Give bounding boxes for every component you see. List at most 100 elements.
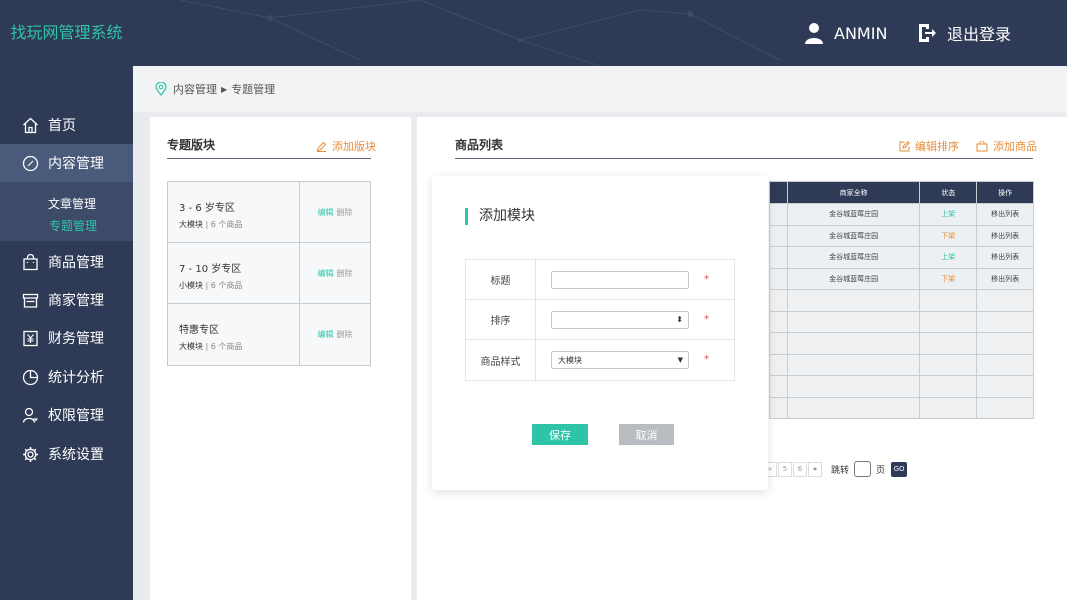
edit-pencil-icon: [316, 141, 327, 152]
table-cell: [769, 310, 788, 333]
sidebar-item-content[interactable]: 内容管理: [0, 144, 133, 182]
sidebar-item-statistics[interactable]: 统计分析: [0, 358, 133, 396]
updown-arrow-icon: ⬍: [676, 315, 683, 324]
page-number-button[interactable]: 6: [793, 461, 807, 477]
remove-from-list-link[interactable]: 移出列表: [976, 246, 1034, 269]
sidebar-item-label: 统计分析: [48, 370, 104, 386]
table-row-empty: [769, 353, 1034, 376]
table-cell: [976, 396, 1034, 419]
table-cell: [919, 375, 978, 398]
remove-from-list-link[interactable]: 移出列表: [976, 203, 1034, 226]
location-pin-icon: [155, 82, 167, 96]
dialog-title: 添加模块: [479, 208, 535, 224]
list-item[interactable]: 7 - 10 岁专区 小模块 | 6 个商品 编辑 删除: [168, 243, 370, 304]
panel-title: 商品列表: [455, 138, 504, 152]
required-mark: *: [704, 314, 709, 325]
page-next-button[interactable]: »: [808, 461, 822, 477]
edit-block-link[interactable]: 编辑: [318, 207, 334, 218]
add-product-button[interactable]: 添加商品: [976, 138, 1037, 154]
merchant-cell: 金谷城蓝莓庄园: [786, 224, 921, 247]
block-meta: 大模块 | 6 个商品: [179, 220, 243, 229]
sidebar-item-finance[interactable]: 财务管理: [0, 319, 133, 357]
field-label: 标题: [466, 260, 536, 299]
gear-icon: [23, 446, 38, 462]
edit-block-link[interactable]: 编辑: [318, 268, 334, 279]
table-cell: [976, 375, 1034, 398]
top-header: 找玩网管理系统 ANMIN 退出登录: [0, 0, 1067, 66]
shopping-bag-icon: [23, 253, 38, 270]
logout-icon: [919, 24, 936, 42]
list-item[interactable]: 特惠专区 大模块 | 6 个商品 编辑 删除: [168, 304, 370, 365]
cancel-button[interactable]: 取消: [619, 424, 674, 445]
table-cell: [769, 396, 788, 419]
save-button[interactable]: 保存: [532, 424, 588, 445]
block-meta: 小模块 | 6 个商品: [179, 281, 243, 290]
block-count: 6 个商品: [210, 342, 243, 351]
edit-sort-button[interactable]: 编辑排序: [899, 138, 959, 154]
add-block-label: 添加版块: [332, 140, 376, 153]
table-cell: [976, 289, 1034, 312]
delete-block-link[interactable]: 删除: [337, 268, 353, 279]
block-name: 特惠专区: [179, 325, 219, 336]
title-accent-bar: [465, 208, 468, 225]
title-input[interactable]: [551, 271, 689, 289]
add-block-button[interactable]: 添加版块: [316, 138, 376, 154]
page-number-button[interactable]: 5: [778, 461, 792, 477]
sidebar-item-settings[interactable]: 系统设置: [0, 435, 133, 473]
table-cell: [786, 332, 921, 355]
table-cell: [919, 396, 978, 419]
delete-block-link[interactable]: 删除: [337, 207, 353, 218]
list-item[interactable]: 3 - 6 岁专区 大模块 | 6 个商品 编辑 删除: [168, 182, 370, 243]
sort-order-select[interactable]: ⬍: [551, 311, 689, 329]
table-row-empty: [769, 332, 1034, 355]
status-cell: 下架: [919, 224, 978, 247]
table-cell: [786, 289, 921, 312]
submenu-item-topics[interactable]: 专题管理: [49, 217, 97, 234]
topic-block-list: 3 - 6 岁专区 大模块 | 6 个商品 编辑 删除 7 - 10 岁专区 小…: [167, 181, 371, 366]
sidebar-item-merchants[interactable]: 商家管理: [0, 281, 133, 319]
merchant-cell: 金谷城蓝莓庄园: [786, 203, 921, 226]
block-info: 特惠专区 大模块 | 6 个商品: [168, 304, 300, 365]
sidebar-item-permissions[interactable]: 权限管理: [0, 396, 133, 434]
breadcrumb-separator-icon: ▶: [221, 84, 228, 94]
block-size: 大模块: [179, 220, 203, 229]
sidebar-item-products[interactable]: 商品管理: [0, 243, 133, 281]
table-cell: [976, 353, 1034, 376]
sidebar-item-home[interactable]: 首页: [0, 106, 133, 144]
table-cell: [976, 332, 1034, 355]
go-button[interactable]: GO: [891, 461, 908, 477]
remove-from-list-link[interactable]: 移出列表: [976, 267, 1034, 290]
delete-block-link[interactable]: 删除: [337, 329, 353, 340]
table-cell: [769, 375, 788, 398]
field-control: ⬍ *: [536, 300, 734, 339]
table-row: 金谷城蓝莓庄园 上架 移出列表: [769, 203, 1034, 226]
yuan-icon: [23, 330, 38, 346]
required-mark: *: [704, 354, 709, 365]
table-cell: [786, 353, 921, 376]
submenu-item-articles[interactable]: 文章管理: [48, 195, 96, 212]
table-cell: [769, 353, 788, 376]
block-actions: 编辑 删除: [300, 243, 370, 303]
add-product-label: 添加商品: [993, 140, 1037, 153]
logout-button[interactable]: 退出登录: [917, 20, 1011, 46]
table-row-empty: [769, 375, 1034, 398]
store-icon: [22, 293, 39, 308]
panel-divider: [455, 158, 1033, 159]
jump-page-input[interactable]: [854, 461, 872, 477]
table-cell: [769, 332, 788, 355]
breadcrumb-level1[interactable]: 内容管理: [173, 81, 217, 97]
edit-block-link[interactable]: 编辑: [318, 329, 334, 340]
breadcrumb-level2: 专题管理: [231, 83, 276, 96]
home-icon: [23, 117, 38, 133]
username: ANMIN: [834, 23, 888, 43]
col-header-action: 操作: [976, 181, 1034, 204]
header-network-decoration: [179, 0, 781, 66]
panel-divider: [167, 158, 371, 159]
remove-from-list-link[interactable]: 移出列表: [976, 224, 1034, 247]
user-menu[interactable]: ANMIN: [804, 20, 887, 46]
app-logo-title: 找玩网管理系统: [10, 23, 123, 42]
block-size: 大模块: [179, 342, 203, 351]
product-style-select[interactable]: 大模块 ▼: [551, 351, 689, 369]
block-count: 6 个商品: [210, 281, 243, 290]
panel-title: 专题版块: [167, 138, 216, 152]
